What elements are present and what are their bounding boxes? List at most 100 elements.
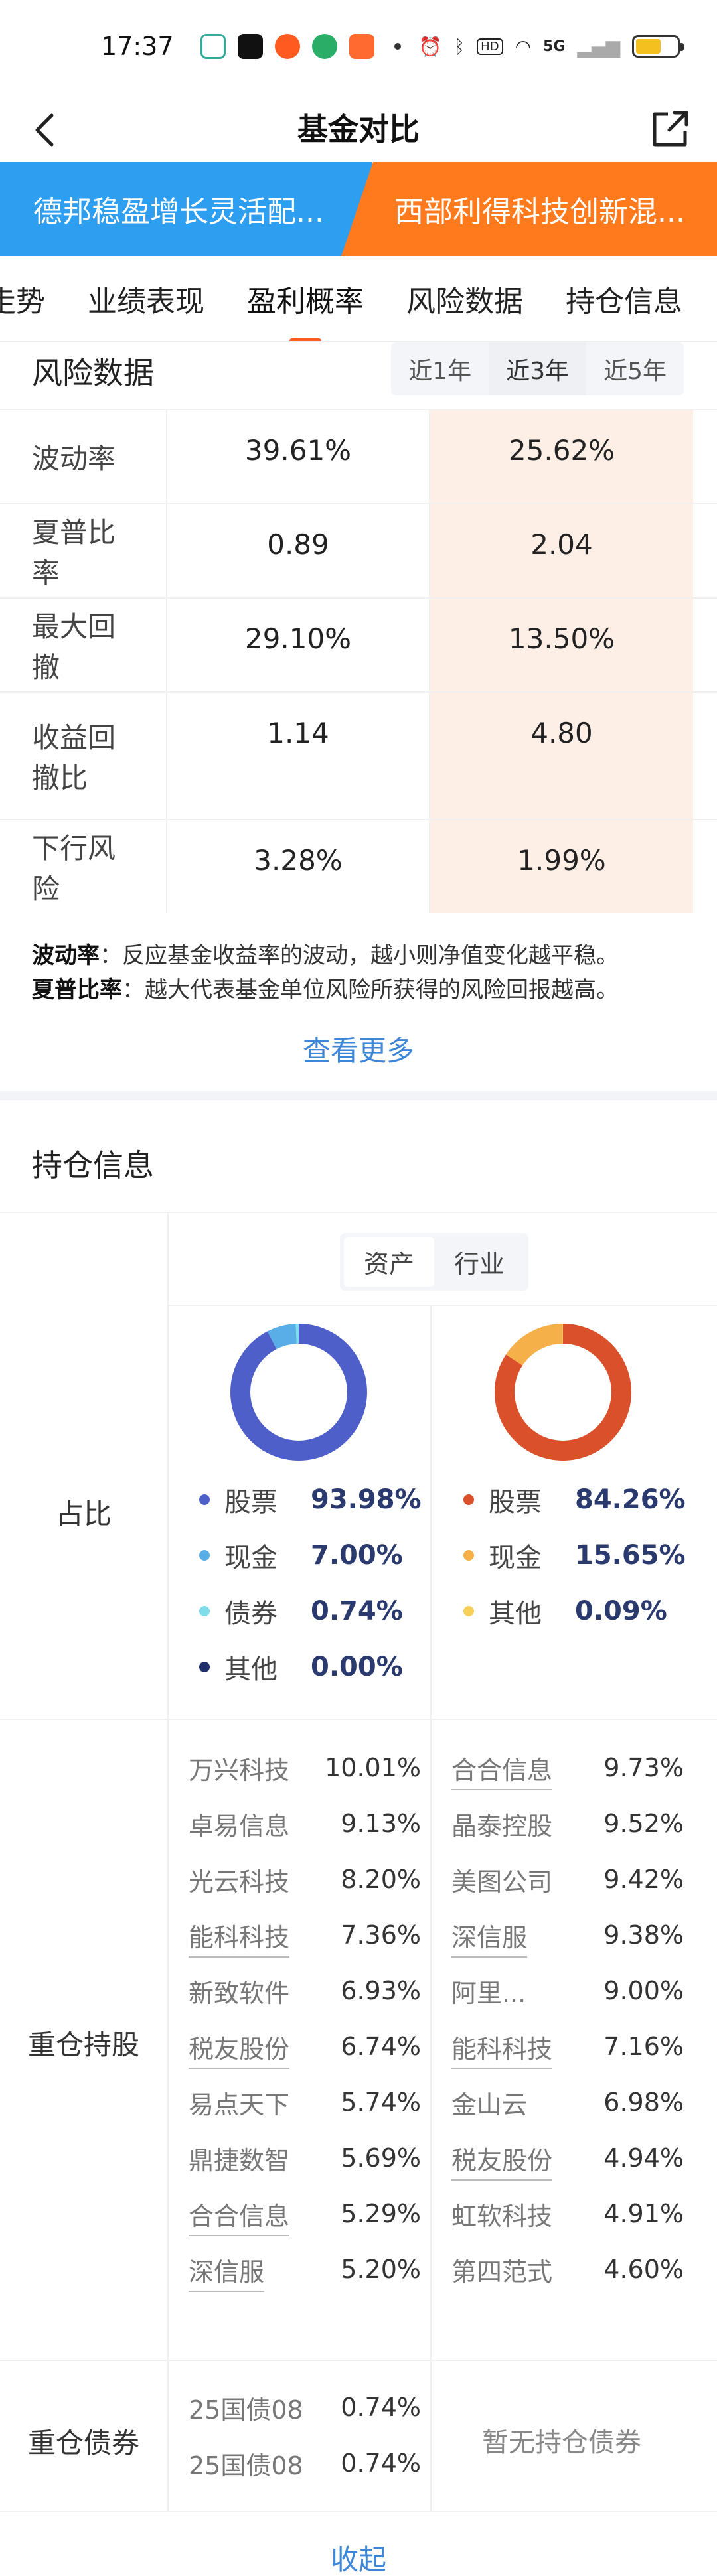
legend-dot [463, 1550, 474, 1561]
holding-percent: 7.16% [603, 2032, 684, 2061]
holding-percent: 4.94% [603, 2143, 684, 2173]
holding-percent: 10.01% [325, 1753, 421, 1782]
risk-row-label: 最大回撤 [0, 599, 167, 691]
tab-profit-probability[interactable]: 盈利概率 [238, 277, 373, 320]
tab-holdings[interactable]: 持仓信息 [556, 277, 692, 320]
holding-percent: 5.74% [341, 2088, 421, 2117]
fund-b-name[interactable]: 西部利得科技创新混... [341, 162, 717, 256]
fund-b-asset-donut [495, 1324, 631, 1461]
fund-a-asset-legend: 股票 93.98% 现金 7.00% 债券 0.74% 其他 0.00% [199, 1472, 422, 1695]
holding-row: 卓易信息 9.13% [189, 1796, 421, 1851]
page-title: 基金对比 [297, 111, 420, 147]
fund-compare-banner: 德邦稳盈增长灵活配... 西部利得科技创新混... [0, 162, 717, 256]
holding-percent: 9.73% [603, 1753, 684, 1782]
legend-dot [199, 1662, 210, 1672]
tab-performance[interactable]: 业绩表现 [78, 277, 214, 320]
taobao-app-icon [275, 34, 300, 59]
holding-name[interactable]: 深信服 [189, 2252, 321, 2292]
holding-name[interactable]: 税友股份 [451, 2140, 584, 2181]
holding-name[interactable]: 合合信息 [451, 1750, 584, 1790]
legend-item: 股票 93.98% [199, 1472, 422, 1528]
legend-dot [199, 1494, 210, 1505]
risk-row-return-drawdown: 收益回撤比 1.14 4.80 [0, 691, 717, 819]
holding-row: 合合信息 9.73% [451, 1740, 684, 1796]
view-more-link[interactable]: 查看更多 [0, 1029, 717, 1069]
segment-assets[interactable]: 资产 [344, 1237, 435, 1287]
risk-row-label: 收益回撤比 [0, 693, 167, 819]
holding-percent: 9.38% [603, 1920, 684, 1950]
risk-value-fund-a: 0.89 [167, 504, 430, 597]
holding-percent: 6.93% [341, 1976, 421, 2005]
risk-section: 风险数据 近1年 近3年 近5年 波动率 39.61% 25.62% 夏普比率 … [0, 342, 717, 1091]
notification-icons [200, 34, 401, 59]
period-1y[interactable]: 近1年 [391, 342, 489, 395]
holding-percent: 0.74% [341, 2393, 421, 2422]
collapse-link[interactable]: 收起 [0, 2538, 717, 2576]
holding-row: 税友股份 4.94% [451, 2130, 684, 2186]
hd-badge: HD [477, 38, 503, 55]
holding-name[interactable]: 合合信息 [189, 2196, 321, 2236]
risk-value-fund-b: 25.62% [430, 410, 693, 503]
period-5y[interactable]: 近5年 [586, 342, 684, 395]
legend-item: 其他 0.00% [199, 1639, 422, 1695]
holding-percent: 9.13% [341, 1809, 421, 1838]
note-sharpe: 夏普比率：越大代表基金单位风险所获得的风险回报越高。 [32, 977, 619, 1003]
holding-name: 晶泰控股 [451, 1811, 553, 1841]
holding-row: 合合信息 5.29% [189, 2186, 421, 2242]
holding-name: 光云科技 [189, 1867, 290, 1896]
fund-a-bond-list: 25国债08 0.74% 25国债08 0.74% [189, 2380, 421, 2491]
legend-item: 其他 0.09% [463, 1583, 686, 1639]
holding-name: 25国债08 [189, 2395, 303, 2425]
back-icon[interactable] [25, 110, 65, 150]
risk-value-fund-a: 29.10% [167, 599, 430, 691]
section-tabs: 走势 业绩表现 盈利概率 风险数据 持仓信息 [0, 256, 717, 341]
donut-slice-0 [230, 1324, 367, 1461]
holding-name[interactable]: 税友股份 [189, 2029, 321, 2069]
wifi-icon: ◠ [515, 35, 532, 58]
holding-name: 卓易信息 [189, 1811, 290, 1841]
holding-percent: 9.52% [603, 1809, 684, 1838]
status-time: 17:37 [101, 32, 174, 61]
risk-value-fund-b: 4.80 [430, 693, 693, 819]
holding-percent: 0.74% [341, 2449, 421, 2478]
status-bar: 17:37 ⏰ ᛒ HD ◠ 5G ▂▄▆ [0, 0, 717, 93]
holding-name[interactable]: 能科科技 [451, 2029, 584, 2069]
holding-row: 易点天下 5.74% [189, 2074, 421, 2130]
holding-name: 鼎捷数智 [189, 2145, 290, 2175]
risk-notes: 波动率：反应基金收益率的波动，越小则净值变化越平稳。 夏普比率：越大代表基金单位… [32, 938, 619, 1007]
holding-row: 晶泰控股 9.52% [451, 1796, 684, 1851]
holding-percent: 9.42% [603, 1865, 684, 1894]
segment-industry[interactable]: 行业 [434, 1237, 524, 1287]
holding-percent: 4.60% [603, 2255, 684, 2284]
holding-row: 光云科技 8.20% [189, 1851, 421, 1907]
holding-percent: 9.00% [603, 1976, 684, 2005]
holding-name: 易点天下 [189, 2090, 290, 2119]
holding-percent: 5.20% [341, 2255, 421, 2284]
holding-name: 新致软件 [189, 1978, 290, 2008]
fund-a-asset-donut [230, 1324, 367, 1461]
holding-row: 25国债08 0.74% [189, 2435, 421, 2491]
tiktok-app-icon [238, 34, 263, 59]
signal-bars-icon: ▂▄▆ [577, 35, 620, 58]
holding-name: 美图公司 [451, 1867, 553, 1896]
share-icon[interactable] [648, 107, 692, 151]
legend-dot [199, 1606, 210, 1616]
legend-dot [199, 1550, 210, 1561]
risk-section-title: 风险数据 [32, 355, 154, 391]
fund-b-stock-list: 合合信息 9.73% 晶泰控股 9.52% 美图公司 9.42% 深信服 9.38% 阿里...… [451, 1740, 684, 2297]
fund-b-asset-legend: 股票 84.26% 现金 15.65% 其他 0.09% [463, 1472, 686, 1639]
holding-row: 鼎捷数智 5.69% [189, 2130, 421, 2186]
holding-name[interactable]: 能科科技 [189, 1917, 321, 1958]
holding-name[interactable]: 深信服 [451, 1917, 584, 1958]
holding-percent: 8.20% [341, 1865, 421, 1894]
legend-dot [463, 1606, 474, 1616]
holding-row: 阿里... 9.00% [451, 1963, 684, 2019]
legend-item: 债券 0.74% [199, 1583, 422, 1639]
holding-row: 美图公司 9.42% [451, 1851, 684, 1907]
fund-a-name[interactable]: 德邦稳盈增长灵活配... [0, 162, 372, 256]
period-3y[interactable]: 近3年 [489, 342, 587, 395]
tab-risk-data[interactable]: 风险数据 [397, 277, 532, 320]
tab-trend[interactable]: 走势 [0, 277, 54, 320]
risk-value-fund-a: 1.14 [167, 693, 430, 819]
risk-row-downside: 下行风险 3.28% 1.99% [0, 819, 717, 913]
